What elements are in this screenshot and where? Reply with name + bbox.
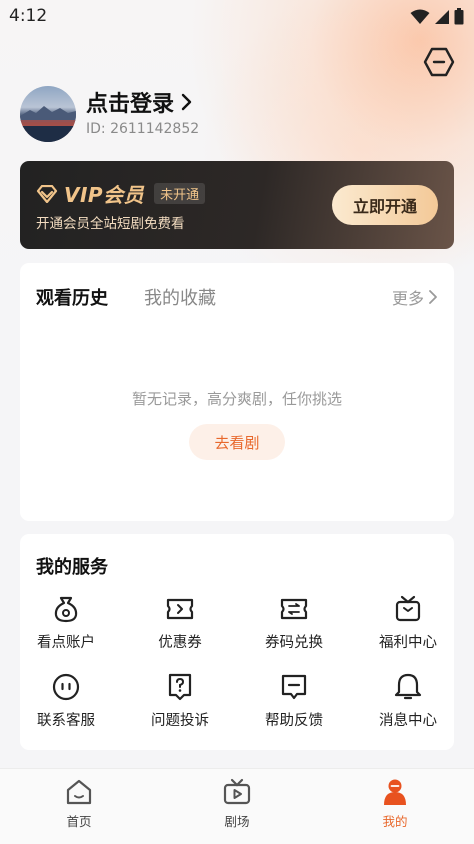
- login-label: 点击登录: [86, 92, 175, 117]
- nav-item-home[interactable]: 首页: [39, 777, 119, 830]
- exchange-icon: [280, 598, 308, 620]
- user-id: ID: 2611142852: [86, 121, 200, 137]
- tab-my-favorites[interactable]: 我的收藏: [144, 284, 216, 310]
- service-item-account[interactable]: 看点账户: [20, 594, 112, 652]
- nav-label: 剧场: [224, 814, 250, 829]
- feedback-icon: [281, 674, 307, 700]
- open-vip-button[interactable]: 立即开通: [332, 185, 438, 225]
- avatar-landscape-icon: [20, 106, 76, 142]
- coupon-icon: [166, 598, 194, 620]
- home-icon: [66, 779, 92, 805]
- service-item-redeem[interactable]: 券码兑换: [248, 594, 340, 652]
- status-icons: [410, 8, 464, 25]
- vip-title: VIP会员: [64, 183, 145, 207]
- profile-icon: [384, 779, 406, 805]
- more-label: 更多: [391, 289, 424, 308]
- vip-subtitle: 开通会员全站短剧免费看: [36, 216, 185, 232]
- service-label: 联系客服: [37, 713, 95, 729]
- gift-tv-icon: [395, 595, 421, 622]
- vip-status-badge: 未开通: [154, 183, 206, 204]
- avatar[interactable]: [20, 86, 76, 142]
- bottom-nav: 首页 剧场 我的: [0, 768, 474, 844]
- go-watch-button[interactable]: 去看剧: [189, 424, 285, 460]
- complaint-icon: [168, 673, 192, 701]
- signal-icon: [435, 9, 449, 24]
- more-link[interactable]: 更多: [392, 285, 438, 309]
- service-label: 看点账户: [37, 635, 95, 651]
- theater-icon: [223, 778, 251, 805]
- service-item-complaint[interactable]: 问题投诉: [134, 672, 226, 730]
- login-link[interactable]: 点击登录: [86, 86, 192, 118]
- service-label: 帮助反馈: [265, 713, 323, 729]
- service-item-feedback[interactable]: 帮助反馈: [248, 672, 340, 730]
- nav-item-profile[interactable]: 我的: [355, 777, 435, 830]
- vip-card[interactable]: VIP会员 未开通 开通会员全站短剧免费看 立即开通: [20, 161, 454, 249]
- service-item-messages[interactable]: 消息中心: [362, 672, 454, 730]
- settings-button[interactable]: [423, 46, 455, 78]
- nav-label: 首页: [66, 814, 92, 829]
- nav-item-theater[interactable]: 剧场: [197, 777, 277, 830]
- service-item-welfare[interactable]: 福利中心: [362, 594, 454, 652]
- service-item-support[interactable]: 联系客服: [20, 672, 112, 730]
- wallet-bag-icon: [54, 596, 78, 623]
- service-item-coupon[interactable]: 优惠券: [134, 594, 226, 652]
- service-label: 优惠券: [158, 635, 202, 651]
- status-time: 4:12: [9, 6, 48, 26]
- diamond-icon: [36, 184, 58, 203]
- chevron-right-icon: [429, 290, 437, 304]
- empty-state-text: 暂无记录，高分爽剧，任你挑选: [131, 390, 342, 408]
- service-label: 券码兑换: [265, 635, 323, 651]
- service-label: 福利中心: [379, 635, 437, 651]
- status-bar: 4:12: [0, 0, 474, 34]
- nav-label: 我的: [382, 814, 408, 829]
- chevron-right-icon: [181, 93, 192, 111]
- battery-icon: [454, 8, 464, 25]
- services-title: 我的服务: [36, 557, 108, 578]
- service-label: 消息中心: [379, 713, 437, 729]
- tab-watch-history[interactable]: 观看历史: [36, 284, 108, 310]
- services-card: 我的服务 看点账户 优惠券 券码兑换 福利中心 联系客服 问题投诉 帮助反馈 消…: [20, 534, 454, 750]
- vip-logo: VIP会员 未开通: [36, 179, 206, 208]
- settings-hexagon-icon: [423, 47, 455, 77]
- customer-service-icon: [52, 673, 80, 701]
- history-card: 观看历史 我的收藏 更多 暂无记录，高分爽剧，任你挑选 去看剧: [20, 263, 454, 521]
- wifi-icon: [410, 9, 430, 24]
- header-background: [0, 0, 474, 300]
- bell-icon: [394, 673, 422, 700]
- service-label: 问题投诉: [151, 713, 209, 729]
